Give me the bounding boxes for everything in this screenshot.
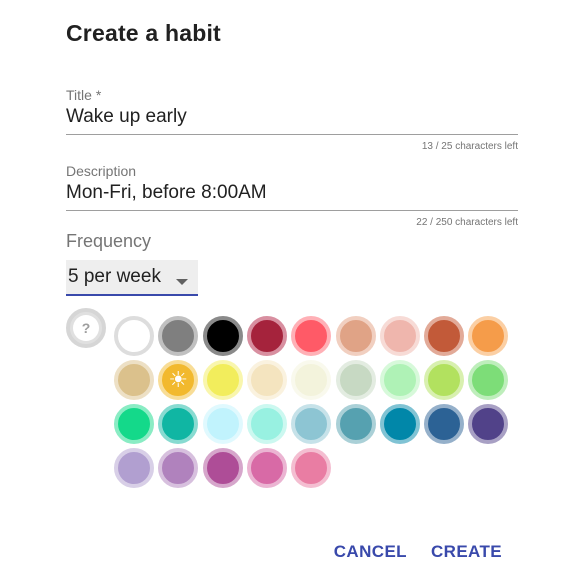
- color-swatch[interactable]: [379, 316, 420, 356]
- color-swatch[interactable]: [468, 316, 509, 356]
- frequency-select[interactable]: 5 per week: [66, 260, 198, 296]
- color-swatch[interactable]: [114, 360, 154, 400]
- color-swatch[interactable]: [114, 316, 154, 356]
- color-swatch[interactable]: [246, 316, 287, 356]
- dropdown-caret-icon: [176, 279, 188, 285]
- description-input[interactable]: Mon-Fri, before 8:00AM: [66, 182, 518, 211]
- color-swatch[interactable]: [379, 404, 420, 444]
- color-swatch[interactable]: [291, 360, 332, 400]
- create-button[interactable]: CREATE: [431, 542, 502, 562]
- color-swatch[interactable]: [246, 404, 287, 444]
- frequency-selected-value: 5 per week: [68, 266, 161, 287]
- color-swatch[interactable]: [246, 360, 287, 400]
- color-help-button[interactable]: ?: [66, 308, 106, 348]
- color-swatch[interactable]: [158, 404, 199, 444]
- color-swatch[interactable]: [158, 316, 199, 356]
- color-swatch[interactable]: [335, 360, 376, 400]
- color-swatch[interactable]: [202, 360, 243, 400]
- color-swatch[interactable]: [424, 404, 465, 444]
- color-swatch[interactable]: [424, 316, 465, 356]
- question-mark-icon: ?: [73, 315, 99, 341]
- description-field[interactable]: Description Mon-Fri, before 8:00AM 22 / …: [66, 163, 518, 228]
- title-input[interactable]: Wake up early: [66, 106, 518, 135]
- color-swatch[interactable]: [202, 316, 243, 356]
- title-field[interactable]: Title * Wake up early 13 / 25 characters…: [66, 87, 518, 152]
- color-swatch[interactable]: [291, 448, 332, 488]
- dialog-actions: CANCEL CREATE: [334, 542, 502, 562]
- create-habit-dialog: Create a habit Title * Wake up early 13 …: [0, 0, 585, 585]
- title-char-counter: 13 / 25 characters left: [421, 141, 518, 152]
- frequency-label: Frequency: [66, 231, 152, 251]
- color-swatch[interactable]: [379, 360, 420, 400]
- color-swatch[interactable]: [158, 448, 199, 488]
- color-swatch[interactable]: [291, 404, 332, 444]
- color-swatch[interactable]: [468, 360, 509, 400]
- sun-icon: ☀: [168, 367, 189, 392]
- color-swatch[interactable]: [202, 448, 243, 488]
- cancel-button[interactable]: CANCEL: [334, 542, 407, 562]
- color-swatch[interactable]: [114, 448, 154, 488]
- color-swatch[interactable]: [114, 404, 154, 444]
- color-swatch[interactable]: [424, 360, 465, 400]
- title-label: Title *: [66, 87, 102, 103]
- color-swatch[interactable]: [202, 404, 243, 444]
- color-swatch[interactable]: ☀: [158, 360, 199, 400]
- description-label: Description: [66, 163, 137, 179]
- color-swatch[interactable]: [335, 316, 376, 356]
- description-char-counter: 22 / 250 characters left: [416, 217, 518, 228]
- color-swatch[interactable]: [246, 448, 287, 488]
- dialog-title: Create a habit: [66, 20, 221, 46]
- color-swatch[interactable]: [468, 404, 509, 444]
- color-swatch[interactable]: [335, 404, 376, 444]
- color-swatch[interactable]: [291, 316, 332, 356]
